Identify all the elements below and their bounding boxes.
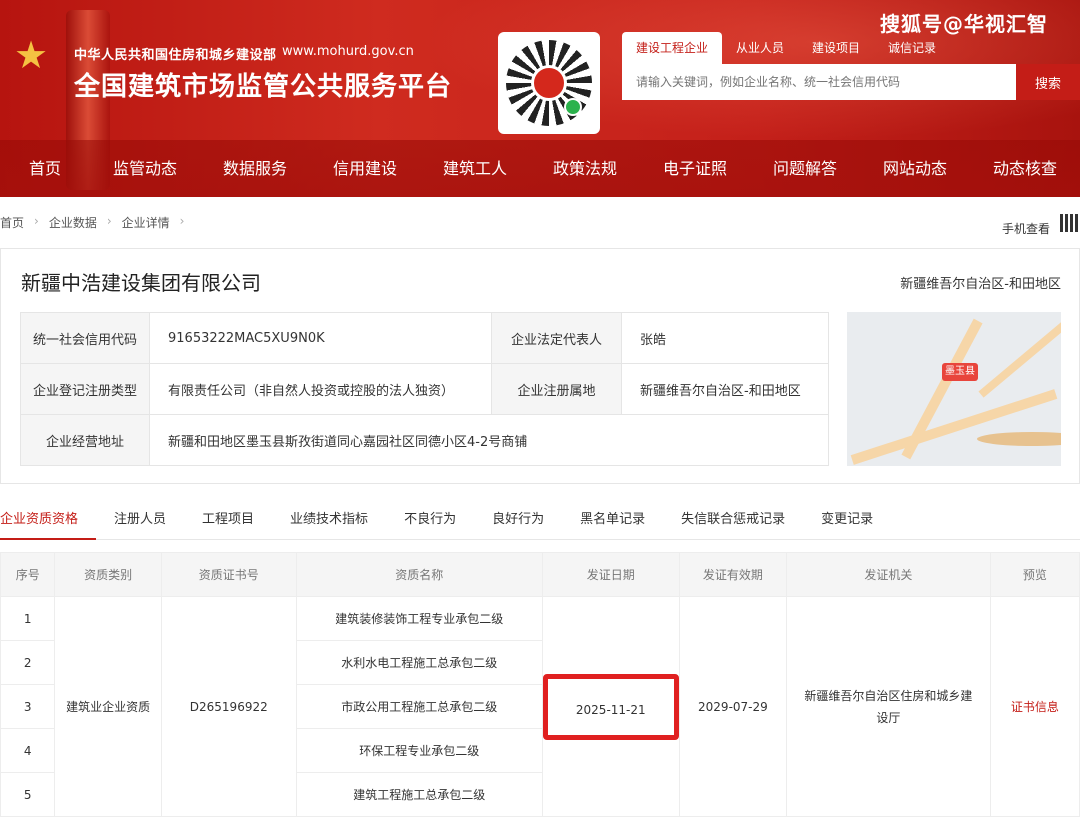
tab-joint-punishment[interactable]: 失信联合惩戒记录 — [663, 504, 803, 540]
qualification-name: 环保工程专业承包二级 — [295, 728, 543, 773]
row-no: 5 — [0, 772, 56, 817]
nav-e-license[interactable]: 电子证照 — [640, 140, 750, 197]
nav-workers[interactable]: 建筑工人 — [420, 140, 530, 197]
search-tab-enterprise[interactable]: 建设工程企业 — [622, 32, 723, 64]
reg-type-label: 企业登记注册类型 — [20, 363, 150, 415]
tab-projects[interactable]: 工程项目 — [184, 504, 272, 540]
credit-code-value: 91653222MAC5XU9N0K — [149, 312, 492, 364]
location-map[interactable]: 墨玉县 — [847, 312, 1061, 466]
col-header-issue-date: 发证日期 — [541, 552, 680, 597]
qr-code-icon[interactable] — [1060, 214, 1078, 232]
breadcrumb-enterprise-detail[interactable]: 企业详情 — [122, 214, 170, 231]
row-no: 1 — [0, 596, 56, 641]
breadcrumb-home[interactable]: 首页 — [0, 214, 24, 231]
qualification-name: 市政公用工程施工总承包二级 — [295, 684, 543, 729]
reg-type-value: 有限责任公司（非自然人投资或控股的法人独资） — [149, 363, 492, 415]
main-nav: 首页 监管动态 数据服务 信用建设 建筑工人 政策法规 电子证照 问题解答 网站… — [0, 140, 1080, 197]
col-header-preview: 预览 — [989, 552, 1080, 597]
row-no: 4 — [0, 728, 56, 773]
company-info-table: 统一社会信用代码 91653222MAC5XU9N0K 企业法定代表人 张皓 企… — [20, 312, 829, 466]
search-button[interactable]: 搜索 — [1016, 64, 1080, 100]
search-tab-personnel[interactable]: 从业人员 — [722, 32, 798, 64]
chevron-right-icon: › — [106, 214, 112, 228]
map-road — [901, 318, 983, 460]
qualification-category: 建筑业企业资质 — [54, 596, 162, 817]
nav-site-news[interactable]: 网站动态 — [860, 140, 970, 197]
search-tab-credit[interactable]: 诚信记录 — [874, 32, 950, 64]
qr-logo-icon — [531, 65, 567, 101]
tab-qualifications[interactable]: 企业资质资格 — [0, 504, 97, 540]
map-pin-icon[interactable]: 墨玉县 — [942, 363, 978, 381]
row-no: 3 — [0, 684, 56, 729]
breadcrumb-bar: 首页 › 企业数据 › 企业详情 › 手机查看 — [0, 206, 1080, 238]
qualification-name: 建筑工程施工总承包二级 — [295, 772, 543, 817]
issuing-authority: 新疆维吾尔自治区住房和城乡建设厅 — [786, 596, 991, 817]
nav-data-services[interactable]: 数据服务 — [200, 140, 310, 197]
col-header-category: 资质类别 — [54, 552, 162, 597]
company-region: 新疆维吾尔自治区-和田地区 — [900, 277, 1061, 292]
ministry-name: 中华人民共和国住房和城乡建设部 — [74, 48, 277, 63]
address-value: 新疆和田地区墨玉县斯孜街道同心嘉园社区同德小区4-2号商铺 — [149, 414, 829, 466]
mobile-view-link[interactable]: 手机查看 — [1002, 220, 1050, 237]
reg-place-label: 企业注册属地 — [491, 363, 622, 415]
qualification-table: 序号 资质类别 资质证书号 资质名称 发证日期 发证有效期 发证机关 预览 1 … — [0, 552, 1080, 817]
platform-title[interactable]: 全国建筑市场监管公共服务平台 — [74, 66, 452, 103]
row-no: 2 — [0, 640, 56, 685]
nav-dynamic-check[interactable]: 动态核查 — [970, 140, 1080, 197]
chevron-right-icon: › — [179, 214, 185, 228]
valid-until: 2029-07-29 — [678, 596, 788, 817]
search-tab-projects[interactable]: 建设项目 — [798, 32, 874, 64]
breadcrumb: 首页 › 企业数据 › 企业详情 › — [0, 214, 194, 231]
legal-rep-value: 张皓 — [621, 312, 829, 364]
map-road — [977, 432, 1061, 446]
tab-good-behavior[interactable]: 良好行为 — [474, 504, 562, 540]
nav-home[interactable]: 首页 — [0, 140, 90, 197]
search-input[interactable] — [622, 64, 1016, 100]
search-tabs: 建设工程企业 从业人员 建设项目 诚信记录 — [622, 32, 950, 64]
tab-registered-staff[interactable]: 注册人员 — [96, 504, 184, 540]
col-header-valid-until: 发证有效期 — [678, 552, 788, 597]
table-row: 1 建筑业企业资质 D265196922 建筑装修装饰工程专业承包二级 2025… — [0, 596, 1080, 817]
issue-date-cell: 2025-11-21 — [541, 596, 680, 817]
legal-rep-label: 企业法定代表人 — [491, 312, 622, 364]
site-header: ★ 中华人民共和国住房和城乡建设部 www.mohurd.gov.cn 全国建筑… — [0, 0, 1080, 197]
map-road — [850, 389, 1058, 465]
breadcrumb-enterprise-data[interactable]: 企业数据 — [49, 214, 97, 231]
nav-faq[interactable]: 问题解答 — [750, 140, 860, 197]
company-name: 新疆中浩建设集团有限公司 — [21, 271, 261, 295]
credit-code-label: 统一社会信用代码 — [20, 312, 150, 364]
qualification-name: 水利水电工程施工总承包二级 — [295, 640, 543, 685]
tab-performance[interactable]: 业绩技术指标 — [272, 504, 386, 540]
certificate-number: D265196922 — [160, 596, 297, 817]
nav-credit[interactable]: 信用建设 — [310, 140, 420, 197]
domain-url[interactable]: www.mohurd.gov.cn — [282, 44, 414, 59]
chevron-right-icon: › — [34, 214, 39, 228]
address-label: 企业经营地址 — [20, 414, 150, 466]
col-header-authority: 发证机关 — [786, 552, 991, 597]
qr-pattern-icon — [506, 40, 592, 126]
detail-tabs: 企业资质资格 注册人员 工程项目 业绩技术指标 不良行为 良好行为 黑名单记录 … — [0, 504, 1080, 540]
mini-program-qr-code — [498, 32, 600, 134]
tab-blacklist[interactable]: 黑名单记录 — [562, 504, 663, 540]
mini-program-badge-icon — [564, 98, 582, 116]
national-emblem-icon: ★ — [4, 34, 78, 118]
col-header-name: 资质名称 — [295, 552, 543, 597]
tab-bad-behavior[interactable]: 不良行为 — [386, 504, 474, 540]
reg-place-value: 新疆维吾尔自治区-和田地区 — [621, 363, 829, 415]
qualification-name: 建筑装修装饰工程专业承包二级 — [295, 596, 543, 641]
nav-policy[interactable]: 政策法规 — [530, 140, 640, 197]
certificate-info-link[interactable]: 证书信息 — [1011, 700, 1059, 714]
map-road — [978, 314, 1061, 398]
tab-change-records[interactable]: 变更记录 — [803, 504, 891, 540]
search-box: 搜索 — [622, 64, 1080, 100]
company-card: 新疆中浩建设集团有限公司 新疆维吾尔自治区-和田地区 统一社会信用代码 9165… — [0, 248, 1080, 484]
col-header-no: 序号 — [0, 552, 56, 597]
preview-cell: 证书信息 — [989, 596, 1080, 817]
table-header-row: 序号 资质类别 资质证书号 资质名称 发证日期 发证有效期 发证机关 预览 — [0, 552, 1080, 597]
issue-date-highlighted: 2025-11-21 — [542, 673, 679, 740]
star-icon: ★ — [14, 33, 49, 77]
nav-supervision[interactable]: 监管动态 — [90, 140, 200, 197]
col-header-cert-no: 资质证书号 — [160, 552, 297, 597]
